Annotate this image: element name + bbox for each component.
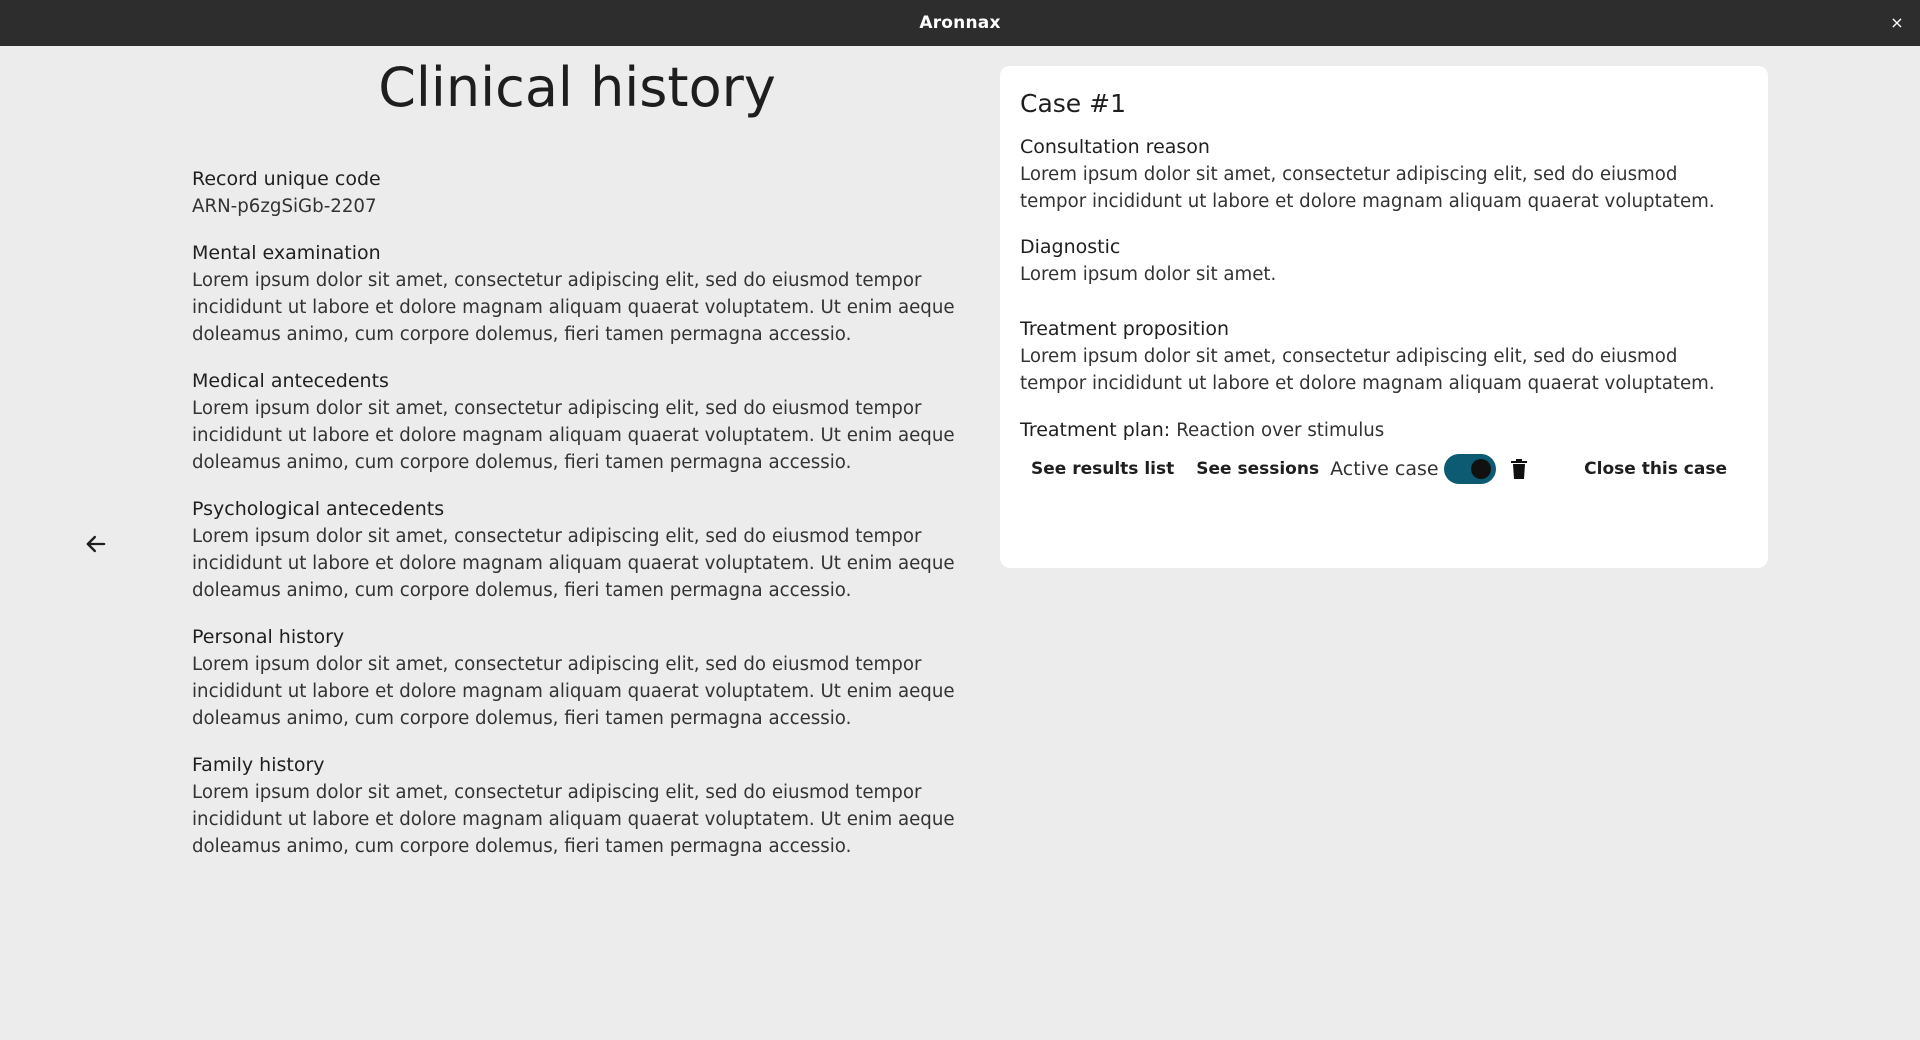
field-label: Consultation reason (1020, 136, 1210, 158)
psychological-antecedents-section: Psychological antecedents Lorem ipsum do… (192, 496, 962, 604)
section-text: Lorem ipsum dolor sit amet, consectetur … (192, 782, 955, 857)
trash-icon[interactable] (1510, 458, 1528, 480)
treatment-plan-label: Treatment plan: (1020, 419, 1171, 441)
field-label: Diagnostic (1020, 236, 1121, 258)
treatment-proposition-field: Treatment proposition Lorem ipsum dolor … (1020, 316, 1748, 397)
active-case-toggle[interactable] (1443, 454, 1496, 484)
toggle-knob (1470, 459, 1491, 479)
treatment-plan-value: Reaction over stimulus (1176, 420, 1385, 441)
mental-examination-section: Mental examination Lorem ipsum dolor sit… (192, 240, 962, 348)
section-text: Lorem ipsum dolor sit amet, consectetur … (192, 270, 955, 345)
treatment-plan-row: Treatment plan: Reaction over stimulus (1020, 417, 1748, 444)
clinical-history-panel: Clinical history Record unique code ARN-… (192, 46, 962, 860)
field-text: Lorem ipsum dolor sit amet, consectetur … (1020, 346, 1715, 394)
close-case-button[interactable]: Close this case (1573, 452, 1738, 486)
case-actions: See results list See sessions Active cas… (1020, 452, 1748, 486)
record-code-value: ARN-p6zgSiGb-2207 (192, 196, 377, 217)
section-label: Mental examination (192, 242, 381, 264)
diagnostic-field: Diagnostic Lorem ipsum dolor sit amet. (1020, 234, 1748, 288)
section-label: Medical antecedents (192, 370, 389, 392)
section-text: Lorem ipsum dolor sit amet, consectetur … (192, 398, 955, 473)
medical-antecedents-section: Medical antecedents Lorem ipsum dolor si… (192, 368, 962, 476)
case-card: Case #1 Consultation reason Lorem ipsum … (1000, 66, 1768, 568)
section-label: Psychological antecedents (192, 498, 445, 520)
see-sessions-button[interactable]: See sessions (1185, 452, 1330, 486)
field-label: Treatment proposition (1020, 318, 1230, 340)
field-text: Lorem ipsum dolor sit amet. (1020, 264, 1277, 285)
window-close-icon[interactable]: × (1886, 12, 1908, 34)
back-arrow-icon[interactable] (82, 530, 110, 558)
field-text: Lorem ipsum dolor sit amet, consectetur … (1020, 164, 1715, 212)
personal-history-section: Personal history Lorem ipsum dolor sit a… (192, 624, 962, 732)
family-history-section: Family history Lorem ipsum dolor sit ame… (192, 752, 962, 860)
page-title: Clinical history (378, 56, 776, 119)
window-title: Aronnax (919, 13, 1001, 33)
record-code-section: Record unique code ARN-p6zgSiGb-2207 (192, 166, 962, 220)
window-titlebar: Aronnax × (0, 0, 1920, 46)
section-label: Personal history (192, 626, 345, 648)
consultation-reason-field: Consultation reason Lorem ipsum dolor si… (1020, 134, 1748, 215)
section-text: Lorem ipsum dolor sit amet, consectetur … (192, 654, 955, 729)
record-code-label: Record unique code (192, 168, 381, 190)
section-text: Lorem ipsum dolor sit amet, consectetur … (192, 526, 955, 601)
section-label: Family history (192, 754, 325, 776)
active-case-label: Active case (1330, 458, 1439, 480)
see-results-button[interactable]: See results list (1020, 452, 1185, 486)
case-title: Case #1 (1020, 89, 1126, 118)
